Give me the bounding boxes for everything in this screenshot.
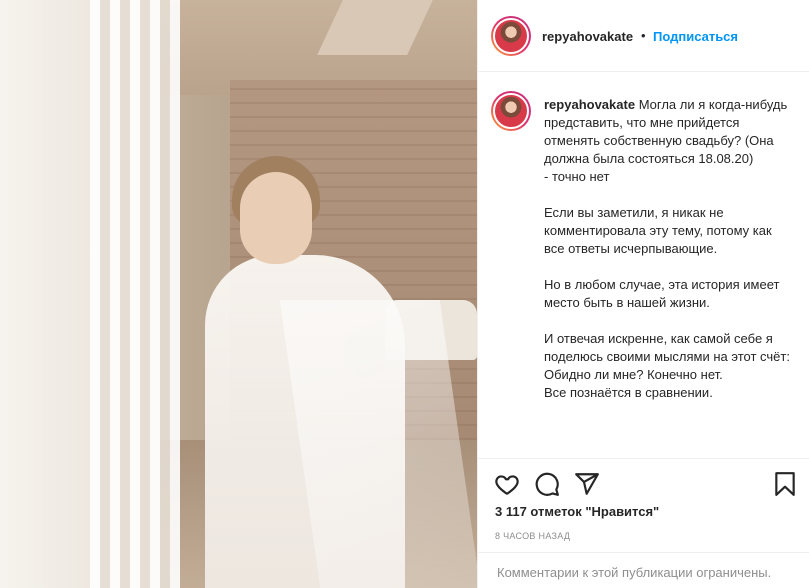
username-link[interactable]: repyahovakate	[542, 29, 633, 44]
likes-count[interactable]: 3 117 отметок "Нравится"	[495, 504, 659, 519]
post-timestamp[interactable]: 8 ЧАСОВ НАЗАД	[495, 531, 570, 541]
post-side-panel: repyahovakate • Подписаться repyahovakat…	[477, 0, 809, 588]
separator-dot: •	[641, 28, 646, 43]
share-icon[interactable]	[574, 471, 600, 497]
photo-curtain	[90, 0, 180, 588]
avatar-image	[493, 18, 529, 54]
bookmark-icon[interactable]	[772, 471, 798, 497]
post-header: repyahovakate • Подписаться	[478, 0, 809, 72]
caption-body: Могла ли я когда-нибудь представить, что…	[544, 97, 790, 400]
photo-face	[240, 172, 312, 264]
avatar[interactable]	[491, 16, 531, 56]
caption-area: repyahovakate Могла ли я когда-нибудь пр…	[478, 73, 809, 458]
caption-avatar-image	[493, 93, 529, 129]
post-actions: 3 117 отметок "Нравится" 8 ЧАСОВ НАЗАД К…	[478, 458, 809, 588]
follow-button[interactable]: Подписаться	[653, 29, 738, 44]
caption-text: repyahovakate Могла ли я когда-нибудь пр…	[544, 96, 794, 402]
caption-author-link[interactable]: repyahovakate	[544, 97, 635, 112]
comments-disabled-notice: Комментарии к этой публикации ограничены…	[478, 552, 809, 588]
post-photo[interactable]	[0, 0, 477, 588]
heart-icon[interactable]	[494, 471, 520, 497]
caption-avatar[interactable]	[491, 91, 531, 131]
comment-icon[interactable]	[534, 471, 560, 497]
